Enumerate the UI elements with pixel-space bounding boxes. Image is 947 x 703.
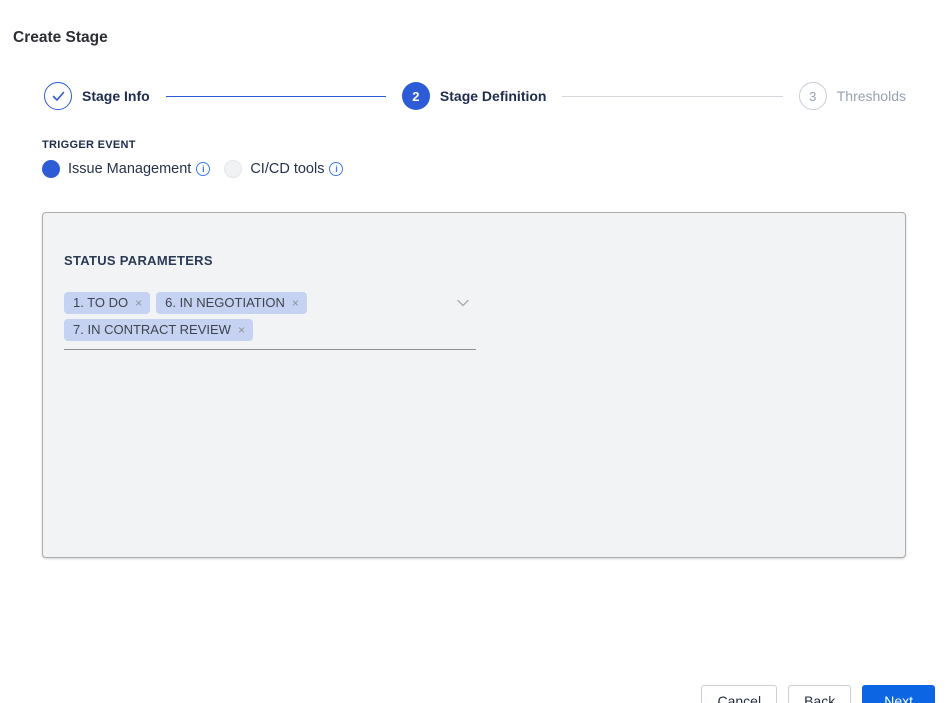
step-stage-definition[interactable]: 2 Stage Definition [402,82,547,110]
chip-in-negotiation: 6. IN NEGOTIATION × [156,292,307,314]
step-3-label: Thresholds [837,88,906,104]
cancel-button[interactable]: Cancel [701,685,777,703]
trigger-event-options: Issue Management i CI/CD tools i [42,159,947,178]
chip-in-contract-review: 7. IN CONTRACT REVIEW × [64,319,253,341]
chevron-down-icon[interactable] [456,298,470,308]
step-stage-info[interactable]: Stage Info [44,82,150,110]
radio-cicd-tools-label: CI/CD tools [250,161,324,177]
info-icon[interactable]: i [196,162,210,176]
status-parameters-label: STATUS PARAMETERS [64,253,905,268]
step-2-label: Stage Definition [440,88,547,104]
step-1-label: Stage Info [82,88,150,104]
step-thresholds: 3 Thresholds [799,82,906,110]
radio-issue-management[interactable] [42,160,60,178]
stepper-connector-future [562,96,782,97]
check-icon [52,91,65,102]
radio-option-issue-management[interactable]: Issue Management i [42,160,210,178]
stepper-connector-done [166,96,386,97]
step-3-circle: 3 [799,82,827,110]
chip-label: 6. IN NEGOTIATION [165,295,285,310]
info-icon[interactable]: i [329,162,343,176]
chip-remove-icon[interactable]: × [238,324,245,336]
radio-issue-management-label: Issue Management [68,161,191,177]
step-2-circle: 2 [402,82,430,110]
status-parameters-panel: STATUS PARAMETERS 1. TO DO × 6. IN NEGOT… [42,212,906,558]
chip-label: 1. TO DO [73,295,128,310]
chip-remove-icon[interactable]: × [292,297,299,309]
step-1-circle [44,82,72,110]
page-title: Create Stage [13,29,947,47]
chip-label: 7. IN CONTRACT REVIEW [73,322,231,337]
footer-actions: Cancel Back Next [701,685,935,703]
chip-remove-icon[interactable]: × [135,297,142,309]
chip-to-do: 1. TO DO × [64,292,150,314]
next-button[interactable]: Next [862,685,935,703]
status-parameters-select[interactable]: 1. TO DO × 6. IN NEGOTIATION × 7. IN CON… [64,292,476,350]
radio-cicd-tools[interactable] [224,160,242,178]
stepper: Stage Info 2 Stage Definition 3 Threshol… [44,82,906,110]
back-button[interactable]: Back [788,685,851,703]
trigger-event-label: TRIGGER EVENT [42,139,947,151]
radio-option-cicd-tools[interactable]: CI/CD tools i [224,160,343,178]
